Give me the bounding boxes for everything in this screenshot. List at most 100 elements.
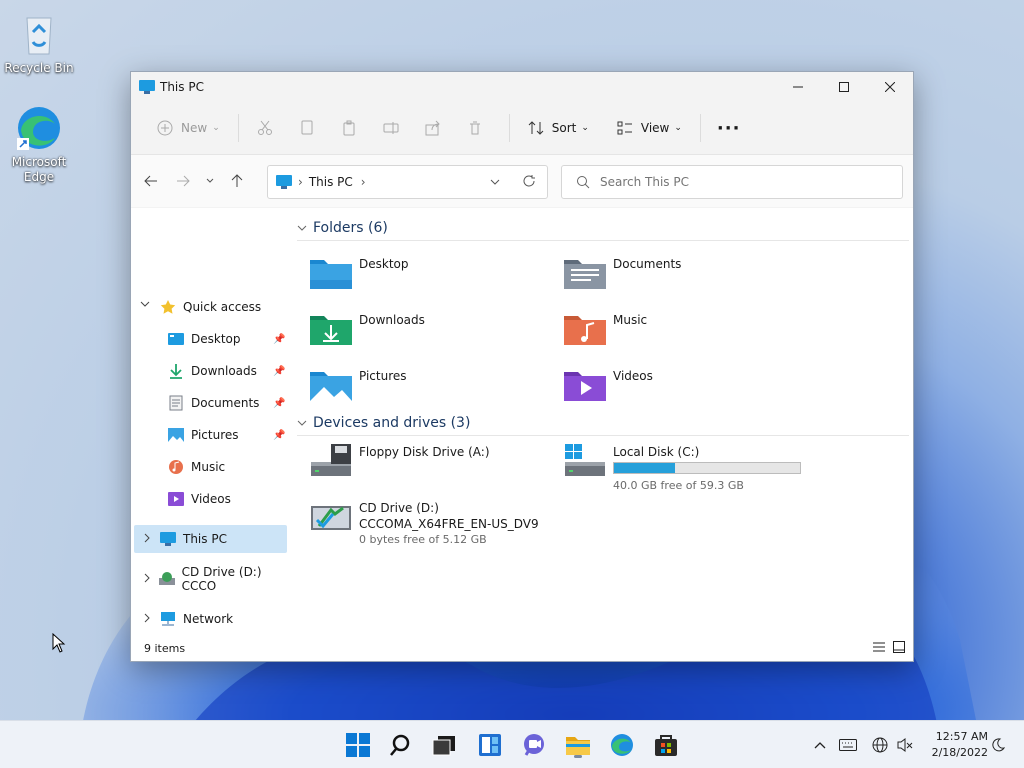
search-button[interactable] [386, 729, 418, 761]
start-button[interactable] [342, 729, 374, 761]
content-pane[interactable]: Folders (6) Desktop Documents Downloads … [293, 208, 913, 636]
sidebar-item-music[interactable]: Music [167, 453, 291, 481]
sidebar-item-documents[interactable]: Documents 📌 [167, 389, 291, 417]
paste-button[interactable] [333, 112, 371, 144]
rename-button[interactable] [375, 112, 413, 144]
sidebar-item-pictures[interactable]: Pictures 📌 [167, 421, 291, 449]
toolbar-separator [237, 114, 239, 142]
sidebar-item-label: Downloads [191, 364, 257, 378]
widgets-button[interactable] [474, 729, 506, 761]
new-label: New [181, 121, 208, 135]
toolbar-separator [508, 114, 510, 142]
folder-tile-videos[interactable]: Videos [563, 366, 653, 402]
back-button[interactable] [135, 166, 167, 196]
edge-shortcut[interactable]: Microsoft Edge [1, 104, 77, 185]
pin-icon[interactable]: 📌 [273, 334, 285, 345]
pin-icon[interactable]: 📌 [273, 398, 285, 409]
expand-chevron-icon[interactable] [143, 573, 151, 586]
sidebar-item-this-pc[interactable]: This PC [159, 525, 227, 553]
share-button[interactable] [417, 112, 455, 144]
refresh-icon [523, 175, 535, 187]
sidebar-item-downloads[interactable]: Downloads 📌 [167, 357, 291, 385]
keyboard-icon [839, 739, 857, 751]
folder-tile-documents[interactable]: Documents [563, 254, 681, 290]
clock[interactable]: 12:57 AM 2/18/2022 [918, 729, 988, 761]
devices-group-header[interactable]: Devices and drives (3) [297, 415, 909, 436]
folder-label: Videos [613, 369, 653, 383]
drive-tile-floppy[interactable]: Floppy Disk Drive (A:) [309, 442, 490, 478]
chevron-up-icon [814, 742, 826, 749]
store-bag-icon [655, 735, 677, 756]
sidebar-item-quick-access[interactable]: Quick access [159, 293, 261, 321]
file-explorer-window[interactable]: This PC New ⌄ Sort ⌄ View ⌄ ··· › This P… [130, 71, 914, 662]
cut-button[interactable] [249, 112, 287, 144]
file-explorer-taskbar-button[interactable] [562, 729, 594, 761]
new-button[interactable]: New ⌄ [149, 112, 226, 144]
cd-drive-icon [159, 571, 176, 587]
search-box[interactable] [561, 165, 903, 199]
network-status-button[interactable] [868, 721, 892, 768]
navigation-pane[interactable]: Quick access Desktop 📌 Downloads 📌 Docum… [131, 208, 291, 636]
pictures-folder-icon [309, 366, 353, 402]
drive-tile-cd[interactable]: CD Drive (D:) CCCOMA_X64FRE_EN-US_DV9 0 … [309, 498, 539, 548]
expand-chevron-icon[interactable] [143, 533, 151, 546]
documents-folder-icon [563, 254, 607, 290]
large-icons-view-button[interactable] [893, 641, 905, 656]
recycle-bin-shortcut[interactable]: Recycle Bin [1, 10, 77, 76]
folder-label: Documents [613, 257, 682, 271]
maximize-button[interactable] [821, 72, 867, 102]
address-dropdown-button[interactable] [490, 175, 500, 189]
minimize-button[interactable] [775, 72, 821, 102]
pin-icon[interactable]: 📌 [273, 366, 285, 377]
sort-button[interactable]: Sort ⌄ [520, 112, 595, 144]
folder-tile-desktop[interactable]: Desktop [309, 254, 409, 290]
group-divider [297, 240, 909, 241]
notification-button[interactable] [988, 721, 1008, 768]
store-button[interactable] [650, 729, 682, 761]
copy-button[interactable] [291, 112, 329, 144]
keyboard-button[interactable] [836, 721, 860, 768]
sidebar-item-cd-drive[interactable]: CD Drive (D:) CCCO [159, 565, 291, 593]
folder-tile-downloads[interactable]: Downloads [309, 310, 425, 346]
chevron-down-icon: ⌄ [674, 123, 682, 133]
sidebar-item-desktop[interactable]: Desktop 📌 [167, 325, 291, 353]
recent-locations-button[interactable] [199, 166, 221, 196]
show-hidden-icons-button[interactable] [808, 721, 832, 768]
search-input[interactable] [600, 175, 880, 189]
folder-tile-pictures[interactable]: Pictures [309, 366, 407, 402]
pin-icon[interactable]: 📌 [273, 430, 285, 441]
title-bar[interactable]: This PC [131, 72, 913, 102]
expand-chevron-icon[interactable] [143, 613, 151, 626]
breadcrumb-this-pc[interactable]: This PC [309, 175, 353, 189]
expand-chevron-icon[interactable] [140, 300, 150, 311]
delete-button[interactable] [459, 112, 497, 144]
folder-tile-music[interactable]: Music [563, 310, 647, 346]
more-options-button[interactable]: ··· [711, 112, 747, 144]
folder-label: Downloads [359, 313, 425, 327]
folders-group-header[interactable]: Folders (6) [297, 220, 909, 241]
sidebar-item-videos[interactable]: Videos [167, 485, 291, 513]
close-button[interactable] [867, 72, 913, 102]
drive-label: Local Disk (C:) [613, 445, 700, 459]
chat-button[interactable] [518, 729, 550, 761]
details-view-button[interactable] [873, 641, 885, 656]
view-button[interactable]: View ⌄ [609, 112, 688, 144]
volume-button[interactable] [894, 721, 916, 768]
up-button[interactable] [221, 166, 253, 196]
sidebar-item-network[interactable]: Network [159, 605, 233, 633]
drive-tile-local-disk[interactable]: Local Disk (C:) 40.0 GB free of 59.3 GB [563, 442, 801, 494]
chevron-down-icon: ⌄ [212, 123, 220, 133]
breadcrumb-chevron-icon: › [360, 175, 366, 189]
sidebar-item-label: Network [183, 612, 234, 626]
active-indicator [574, 755, 582, 758]
edge-taskbar-button[interactable] [606, 729, 638, 761]
more-icon: ··· [716, 117, 741, 139]
address-bar[interactable]: › This PC › [267, 165, 548, 199]
task-view-button[interactable] [428, 729, 460, 761]
sidebar-item-label: CD Drive (D:) CCCO [181, 565, 262, 593]
videos-folder-icon [563, 366, 607, 402]
refresh-button[interactable] [522, 174, 536, 191]
forward-button[interactable] [167, 166, 199, 196]
sidebar-item-label: Documents [191, 396, 260, 410]
chevron-down-icon [206, 178, 214, 183]
